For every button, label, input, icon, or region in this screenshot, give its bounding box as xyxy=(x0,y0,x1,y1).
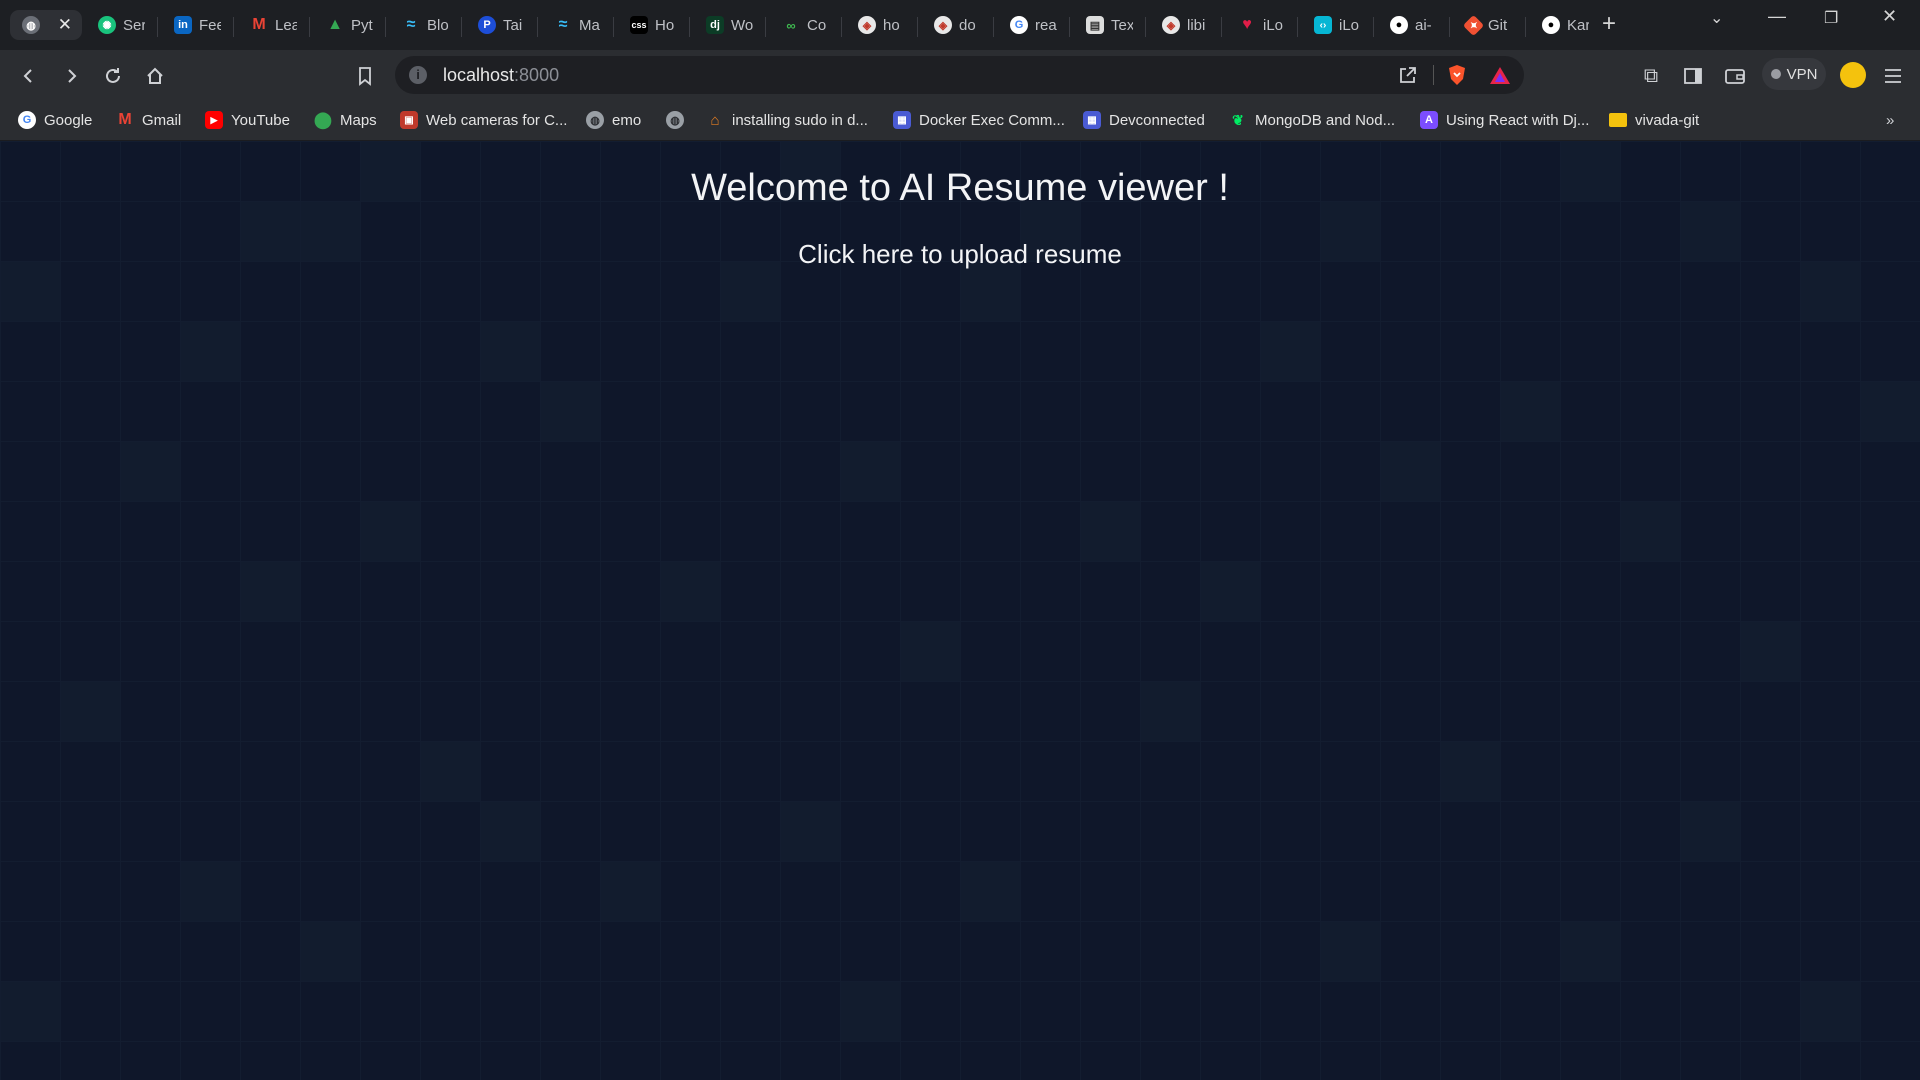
tab-search-icon[interactable]: ⌄ xyxy=(1710,8,1723,28)
bookmark-gmail[interactable]: M Gmail xyxy=(116,109,181,131)
tailwind-blue-icon: P xyxy=(478,16,496,34)
tab[interactable]: ≈ Ma xyxy=(542,10,612,40)
tab[interactable]: ◈ libi xyxy=(1150,10,1220,40)
docker-doc-icon: ▦ xyxy=(893,111,911,129)
share-icon[interactable] xyxy=(1398,65,1418,90)
bookmark-vivada-git[interactable]: vivada-git xyxy=(1609,109,1699,131)
tab[interactable]: ✺ Ser xyxy=(86,10,156,40)
document-icon: ▤ xyxy=(1086,16,1104,34)
tab[interactable]: P Tai xyxy=(466,10,536,40)
brave-shield-icon: ◈ xyxy=(934,16,952,34)
menu-icon[interactable] xyxy=(1880,63,1906,89)
google-icon: G xyxy=(1010,16,1028,34)
brave-shields-icon[interactable] xyxy=(1447,64,1467,91)
vpn-button[interactable]: VPN xyxy=(1762,58,1826,90)
tab[interactable]: ∞ Co xyxy=(770,10,840,40)
bookmark-devconnected[interactable]: ▦ Devconnected xyxy=(1083,109,1205,131)
bookmark-icon[interactable] xyxy=(352,63,378,89)
back-icon[interactable] xyxy=(16,63,42,89)
gmail-icon: M xyxy=(118,111,132,128)
tab[interactable]: in Fee xyxy=(162,10,232,40)
tab[interactable]: ◈ do xyxy=(922,10,992,40)
tailwind-icon: ≈ xyxy=(406,16,416,33)
bookmark-globe[interactable]: ◍ xyxy=(666,109,684,131)
maximize-button[interactable]: ❐ xyxy=(1824,8,1838,28)
bookmark-web-cameras[interactable]: ▣ Web cameras for C... xyxy=(400,109,567,131)
home-icon[interactable] xyxy=(142,63,168,89)
tab[interactable]: ‹› iLo xyxy=(1302,10,1372,40)
gmail-icon: M xyxy=(252,16,266,33)
close-tab-icon[interactable]: ✕ xyxy=(58,15,72,35)
git-icon: ✦ xyxy=(1462,14,1485,36)
css-icon: css xyxy=(630,16,648,34)
brave-shield-icon: ◈ xyxy=(858,16,876,34)
openai-icon: ✺ xyxy=(98,16,116,34)
sidebar-icon[interactable] xyxy=(1680,63,1706,89)
docker-doc-icon: ▦ xyxy=(1083,111,1101,129)
tab[interactable]: dj Wo xyxy=(694,10,764,40)
globe-icon: ◍ xyxy=(22,16,40,34)
django-icon: dj xyxy=(706,16,724,34)
more-bookmarks-button[interactable]: » xyxy=(1886,109,1894,131)
bookmark-emo[interactable]: ◍ emo xyxy=(586,109,641,131)
mongodb-icon: ❦ xyxy=(1232,111,1244,128)
github-icon: ● xyxy=(1542,16,1560,34)
bookmark-installing-sudo[interactable]: ⌂ installing sudo in d... xyxy=(706,109,867,131)
github-icon: ● xyxy=(1390,16,1408,34)
upload-resume-link[interactable]: Click here to upload resume xyxy=(0,239,1920,270)
google-drive-icon: ▲ xyxy=(327,16,343,33)
webcam-site-icon: ▣ xyxy=(400,111,418,129)
tab[interactable]: ✦ Git xyxy=(1454,10,1524,40)
bookmark-youtube[interactable]: ▶ YouTube xyxy=(205,109,290,131)
vpn-status-icon xyxy=(1770,69,1781,79)
extensions-icon[interactable]: ⧉ xyxy=(1638,63,1664,89)
tab[interactable]: M Lea xyxy=(238,10,308,40)
bookmark-mongodb[interactable]: ❦ MongoDB and Nod... xyxy=(1229,109,1395,131)
linkedin-icon: in xyxy=(174,16,192,34)
youtube-icon: ▶ xyxy=(205,111,223,129)
page-content: Welcome to AI Resume viewer ! Click here… xyxy=(0,141,1920,1080)
tab[interactable]: ≈ Blo xyxy=(390,10,460,40)
tab-strip: ◍ ✕ ✺ Ser in Fee M Lea ▲ Pyt ≈ Blo P Tai… xyxy=(0,0,1920,50)
address-bar[interactable]: i localhost:8000 xyxy=(395,56,1524,94)
brave-shield-icon: ◈ xyxy=(1162,16,1180,34)
globe-icon: ◍ xyxy=(586,111,604,129)
minimize-button[interactable]: — xyxy=(1768,6,1786,27)
tab[interactable]: ▲ Pyt xyxy=(314,10,384,40)
brave-rewards-icon[interactable] xyxy=(1489,65,1511,90)
reload-icon[interactable] xyxy=(100,63,126,89)
hat-icon: ⌂ xyxy=(710,111,720,129)
close-window-button[interactable]: ✕ xyxy=(1882,6,1897,27)
tab[interactable]: G rea xyxy=(998,10,1068,40)
astro-icon: A xyxy=(1420,111,1438,129)
link-icon: ∞ xyxy=(786,17,796,33)
code-icon: ‹› xyxy=(1314,16,1332,34)
wallet-icon[interactable] xyxy=(1722,63,1748,89)
tab[interactable]: css Ho xyxy=(618,10,688,40)
folder-icon xyxy=(1609,113,1627,127)
tab-active[interactable]: ◍ ✕ xyxy=(10,10,82,40)
url-text[interactable]: localhost:8000 xyxy=(443,65,559,86)
tailwind-icon: ≈ xyxy=(558,16,568,33)
bookmark-maps[interactable]: ⬤ Maps xyxy=(314,109,377,131)
tab[interactable]: ▤ Tex xyxy=(1074,10,1144,40)
profile-avatar[interactable] xyxy=(1840,62,1866,88)
heart-icon: ♥ xyxy=(1242,16,1252,33)
bookmark-docker-exec[interactable]: ▦ Docker Exec Comm... xyxy=(893,109,1065,131)
bookmarks-bar: G Google M Gmail ▶ YouTube ⬤ Maps ▣ Web … xyxy=(0,100,1920,141)
tab[interactable]: ● ai- xyxy=(1378,10,1448,40)
site-info-icon[interactable]: i xyxy=(409,66,427,84)
globe-icon: ◍ xyxy=(666,111,684,129)
maps-icon: ⬤ xyxy=(314,112,332,129)
bookmark-react-django[interactable]: A Using React with Dj... xyxy=(1420,109,1589,131)
tab[interactable]: ♥ iLo xyxy=(1226,10,1296,40)
new-tab-button[interactable]: + xyxy=(1602,10,1616,38)
tab[interactable]: ◈ ho xyxy=(846,10,916,40)
tab[interactable]: ● Kar xyxy=(1530,10,1600,40)
forward-icon[interactable] xyxy=(58,63,84,89)
bookmark-google[interactable]: G Google xyxy=(18,109,92,131)
google-icon: G xyxy=(18,111,36,129)
page-title: Welcome to AI Resume viewer ! xyxy=(691,167,1229,209)
